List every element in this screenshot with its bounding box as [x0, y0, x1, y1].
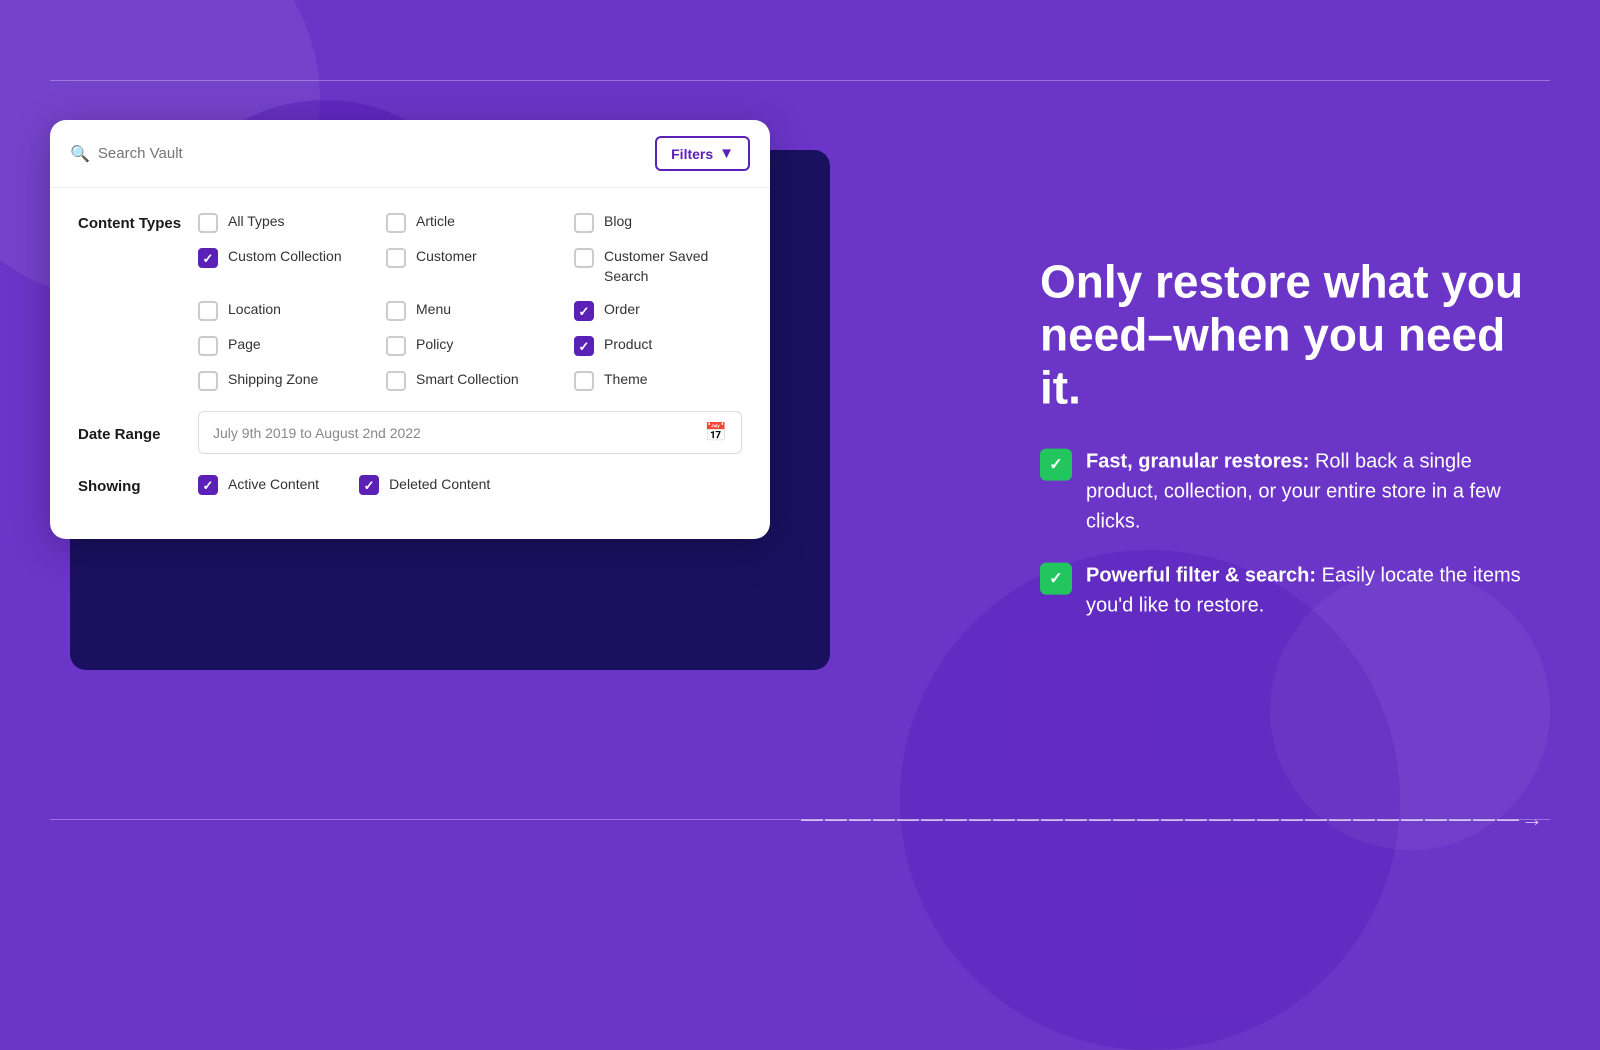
- cb-shipping-zone[interactable]: [198, 371, 218, 391]
- date-input-wrap[interactable]: July 9th 2019 to August 2nd 2022 📅: [198, 411, 742, 454]
- label-order: Order: [604, 300, 640, 320]
- cb-policy[interactable]: [386, 336, 406, 356]
- checkbox-custom-collection[interactable]: Custom Collection: [198, 247, 366, 286]
- feature-bold-1: Fast, granular restores:: [1086, 450, 1309, 472]
- showing-items: Active Content Deleted Content: [198, 474, 742, 495]
- cb-deleted-content[interactable]: [359, 475, 379, 495]
- date-range-label: Date Range: [78, 423, 198, 443]
- label-menu: Menu: [416, 300, 451, 320]
- date-range-value: July 9th 2019 to August 2nd 2022: [213, 425, 705, 441]
- feature-bold-2: Powerful filter & search:: [1086, 564, 1316, 586]
- feature-check-icon-2: ✓: [1040, 562, 1072, 594]
- filter-content: Content Types All Types Article Blog: [50, 188, 770, 539]
- date-range-section: Date Range July 9th 2019 to August 2nd 2…: [78, 411, 742, 454]
- cb-custom-collection[interactable]: [198, 248, 218, 268]
- checkbox-shipping-zone[interactable]: Shipping Zone: [198, 370, 366, 391]
- label-active-content: Active Content: [228, 475, 319, 495]
- showing-section: Showing Active Content Deleted Content: [78, 474, 742, 495]
- checkbox-menu[interactable]: Menu: [386, 300, 554, 321]
- cb-product[interactable]: [574, 336, 594, 356]
- checkbox-theme[interactable]: Theme: [574, 370, 742, 391]
- checkbox-smart-collection[interactable]: Smart Collection: [386, 370, 554, 391]
- checkbox-all-types[interactable]: All Types: [198, 212, 366, 233]
- filter-icon: ▼: [719, 145, 734, 162]
- cb-theme[interactable]: [574, 371, 594, 391]
- label-location: Location: [228, 300, 281, 320]
- label-shipping-zone: Shipping Zone: [228, 370, 318, 390]
- cb-all-types[interactable]: [198, 213, 218, 233]
- cb-customer-saved-search[interactable]: [574, 248, 594, 268]
- search-input-wrap: 🔍: [70, 144, 655, 164]
- label-page: Page: [228, 335, 261, 355]
- cb-page[interactable]: [198, 336, 218, 356]
- checkbox-page[interactable]: Page: [198, 335, 366, 356]
- label-all-types: All Types: [228, 212, 285, 232]
- calendar-icon[interactable]: 📅: [705, 422, 727, 443]
- feature-item-2: ✓ Powerful filter & search: Easily locat…: [1040, 560, 1540, 620]
- content-types-section: Content Types All Types Article Blog: [78, 212, 742, 391]
- label-smart-collection: Smart Collection: [416, 370, 519, 390]
- filters-button[interactable]: Filters ▼: [655, 136, 750, 171]
- checkbox-article[interactable]: Article: [386, 212, 554, 233]
- label-policy: Policy: [416, 335, 453, 355]
- label-custom-collection: Custom Collection: [228, 247, 342, 267]
- checkbox-deleted-content[interactable]: Deleted Content: [359, 474, 490, 495]
- cb-location[interactable]: [198, 301, 218, 321]
- search-input[interactable]: [98, 145, 655, 162]
- showing-label: Showing: [78, 475, 198, 495]
- checkbox-customer[interactable]: Customer: [386, 247, 554, 286]
- checkbox-location[interactable]: Location: [198, 300, 366, 321]
- main-heading: Only restore what you need–when you need…: [1040, 256, 1540, 415]
- cb-blog[interactable]: [574, 213, 594, 233]
- content-types-grid: All Types Article Blog Custom Collection: [198, 212, 742, 391]
- left-panel: 🔍 Filters ▼ Content Types All Types: [50, 120, 850, 800]
- next-arrow[interactable]: ——————————————————————————————→: [801, 806, 1545, 832]
- label-article: Article: [416, 212, 455, 232]
- cb-customer[interactable]: [386, 248, 406, 268]
- content-types-label: Content Types: [78, 212, 198, 232]
- label-product: Product: [604, 335, 652, 355]
- search-icon: 🔍: [70, 144, 90, 164]
- checkbox-product[interactable]: Product: [574, 335, 742, 356]
- label-customer: Customer: [416, 247, 477, 267]
- feature-text-2: Powerful filter & search: Easily locate …: [1086, 560, 1540, 620]
- label-blog: Blog: [604, 212, 632, 232]
- checkbox-order[interactable]: Order: [574, 300, 742, 321]
- right-panel: Only restore what you need–when you need…: [1040, 256, 1540, 645]
- checkbox-blog[interactable]: Blog: [574, 212, 742, 233]
- feature-item-1: ✓ Fast, granular restores: Roll back a s…: [1040, 446, 1540, 536]
- label-deleted-content: Deleted Content: [389, 475, 490, 495]
- feature-check-icon-1: ✓: [1040, 448, 1072, 480]
- cb-smart-collection[interactable]: [386, 371, 406, 391]
- label-customer-saved-search: Customer Saved Search: [604, 247, 742, 286]
- checkbox-policy[interactable]: Policy: [386, 335, 554, 356]
- top-divider: [50, 80, 1550, 81]
- checkbox-customer-saved-search[interactable]: Customer Saved Search: [574, 247, 742, 286]
- filter-card: 🔍 Filters ▼ Content Types All Types: [50, 120, 770, 539]
- checkbox-active-content[interactable]: Active Content: [198, 474, 319, 495]
- cb-article[interactable]: [386, 213, 406, 233]
- feature-text-1: Fast, granular restores: Roll back a sin…: [1086, 446, 1540, 536]
- filters-label: Filters: [671, 146, 713, 162]
- cb-active-content[interactable]: [198, 475, 218, 495]
- label-theme: Theme: [604, 370, 648, 390]
- cb-menu[interactable]: [386, 301, 406, 321]
- cb-order[interactable]: [574, 301, 594, 321]
- search-bar: 🔍 Filters ▼: [50, 120, 770, 188]
